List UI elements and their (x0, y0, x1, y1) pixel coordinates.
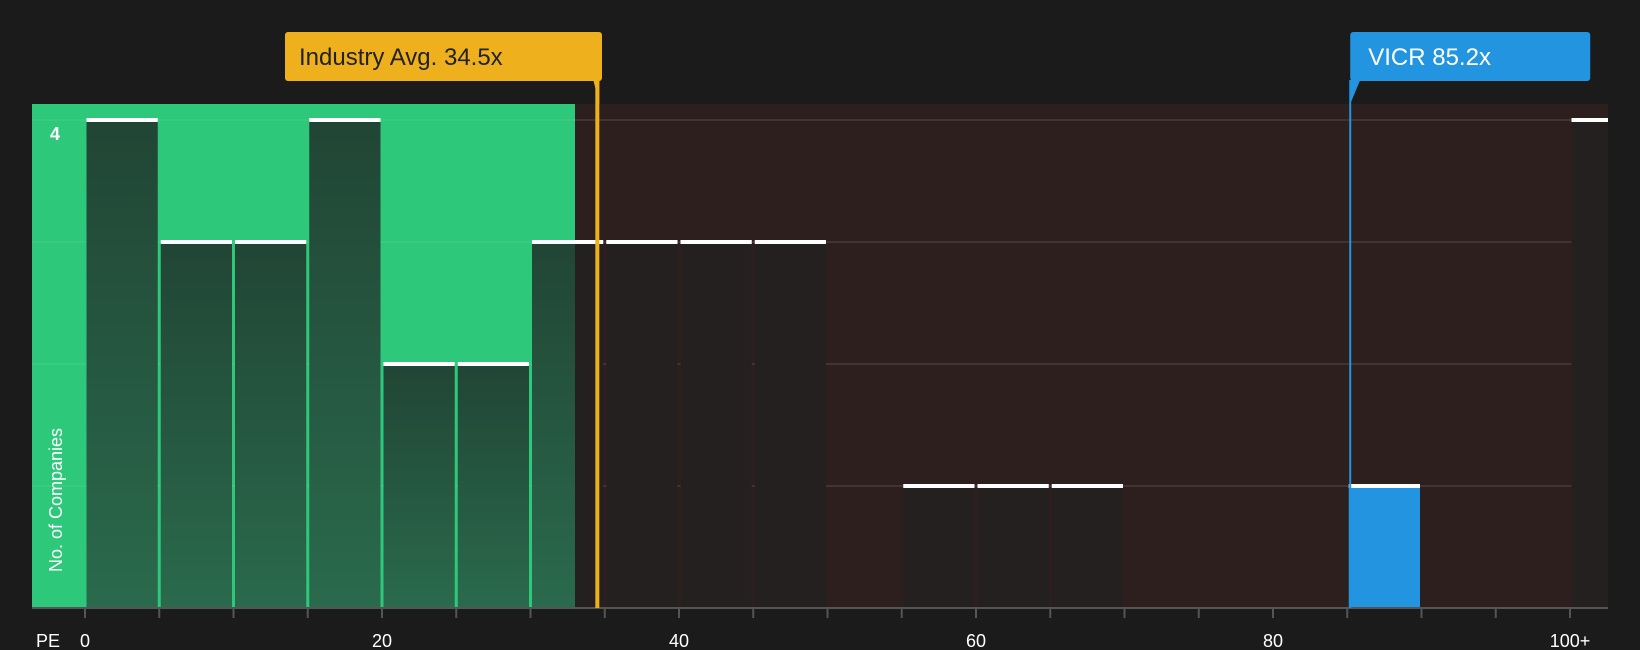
y-axis-title: No. of Companies (46, 428, 66, 572)
y-tick-label: 4 (50, 124, 60, 144)
histogram-bar (160, 242, 232, 608)
x-tick-label: 80 (1263, 631, 1283, 650)
x-axis-title: PE (36, 631, 60, 650)
histogram-bar (1571, 120, 1608, 608)
company-pe-label: VICR 85.2x (1368, 44, 1491, 71)
histogram-bar (680, 242, 752, 608)
histogram-bar-cap (977, 484, 1049, 488)
histogram-bar-cap (532, 240, 604, 244)
histogram-bar (86, 120, 158, 608)
x-tick-label: 0 (80, 631, 90, 650)
histogram-bar (903, 486, 975, 608)
histogram-bar-cap (160, 240, 232, 244)
histogram-bar (457, 364, 529, 608)
histogram-bar (235, 242, 307, 608)
histogram-bar (1348, 486, 1420, 608)
x-tick-label: 60 (966, 631, 986, 650)
histogram-bar-cap (1348, 484, 1420, 488)
histogram-bar-cap (903, 484, 975, 488)
histogram-bar-cap (457, 362, 529, 366)
x-tick-label: 40 (669, 631, 689, 650)
histogram-bar-cap (1571, 118, 1608, 122)
histogram-bar-cap (86, 118, 158, 122)
histogram-bar (309, 120, 381, 608)
histogram-bar (754, 242, 826, 608)
histogram-bar (606, 242, 678, 608)
histogram-bar-cap (680, 240, 752, 244)
histogram-bar-cap (309, 118, 381, 122)
histogram-bar-cap (383, 362, 455, 366)
histogram-bar-cap (606, 240, 678, 244)
histogram-bar (532, 242, 576, 608)
histogram-bar (977, 486, 1049, 608)
company-pe-line (1349, 80, 1352, 608)
x-tick-label: 20 (372, 631, 392, 650)
industry-avg-line (595, 80, 600, 608)
industry-avg-label: Industry Avg. 34.5x (299, 44, 503, 71)
x-tick-label: 100+ (1550, 631, 1591, 650)
histogram-bar-cap (235, 240, 307, 244)
pe-distribution-chart: Industry Avg. 34.5x VICR 85.2x 0 20 40 60 80 1… (0, 0, 1640, 650)
histogram-bar (1051, 486, 1123, 608)
histogram-bar-cap (1051, 484, 1123, 488)
histogram-bar (383, 364, 455, 608)
histogram-bar-cap (754, 240, 826, 244)
